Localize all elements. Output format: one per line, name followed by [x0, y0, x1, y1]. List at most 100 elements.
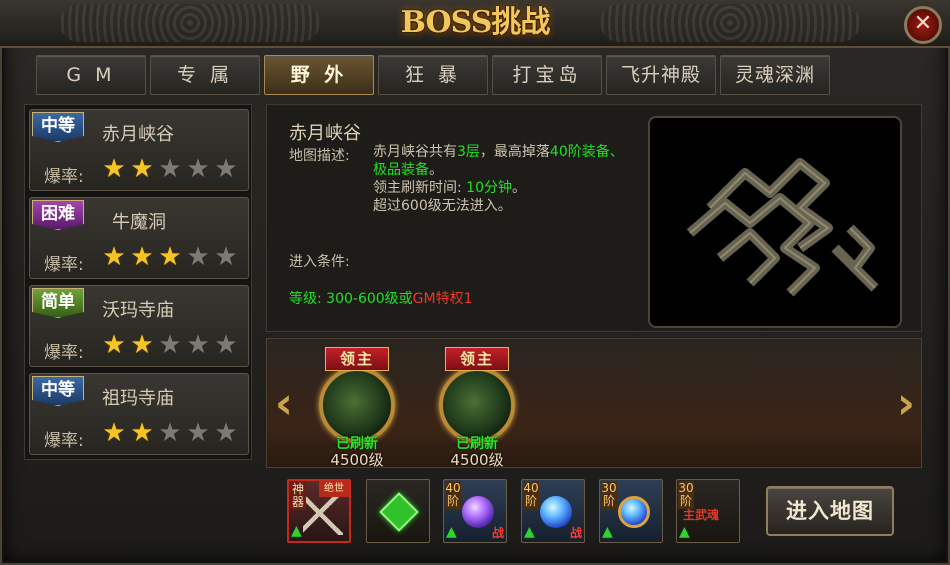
desc-text: 。: [512, 180, 526, 196]
orb-icon: [540, 496, 572, 528]
header-ornament-left: [60, 4, 320, 42]
arrow-left-icon[interactable]: ‹: [273, 377, 295, 431]
desc-text: 超过600级无法进入。: [373, 198, 512, 214]
star-empty-icon: ★: [214, 154, 238, 184]
maze-map-image: [686, 158, 879, 297]
map-list: 中等 赤月峡谷 爆率: ★ ★ ★ ★ ★ 困难 牛魔洞 爆率: ★ ★ ★ ★ ★ 简单 沃玛…: [24, 104, 252, 460]
drop-rate-stars: ★ ★ ★ ★ ★: [100, 154, 240, 184]
header-ornament-right: [600, 4, 860, 42]
green-gem-icon: [379, 492, 419, 532]
drop-rate-label: 爆率:: [44, 255, 84, 275]
map-name: 赤月峡谷: [102, 124, 174, 145]
tab-soul-abyss[interactable]: 灵魂深渊: [720, 55, 830, 95]
upgrade-arrow-icon: ▲: [524, 524, 535, 540]
map-item-zuma[interactable]: 中等 祖玛寺庙 爆率: ★ ★ ★ ★ ★: [29, 373, 249, 455]
reward-equipment[interactable]: 40阶 ▲ 战: [521, 479, 585, 543]
condition-gm: GM特权1: [412, 291, 473, 307]
boss-level: 4500级: [330, 451, 384, 469]
difficulty-badge: 中等: [32, 112, 84, 142]
enter-map-button[interactable]: 进入地图: [766, 486, 894, 536]
star-empty-icon: ★: [214, 330, 238, 360]
star-filled-icon: ★: [130, 330, 154, 360]
map-preview: [648, 116, 902, 328]
difficulty-badge: 中等: [32, 376, 84, 406]
boss-lord-flag: 领主: [325, 347, 389, 371]
upgrade-arrow-icon: ▲: [291, 523, 302, 539]
star-filled-icon: ★: [102, 242, 126, 272]
desc-text: 赤月峡谷共有: [373, 144, 457, 160]
boss-portrait: [439, 367, 515, 443]
upgrade-arrow-icon: ▲: [446, 524, 457, 540]
reward-corner-tag: 绝世: [319, 481, 349, 497]
map-name: 牛魔洞: [112, 212, 166, 233]
reward-tag: 30阶: [678, 481, 694, 509]
boss-card[interactable]: 领主 已刷新 4500级: [307, 345, 407, 469]
reward-extra-tag: 战: [569, 526, 582, 540]
close-button[interactable]: ✕: [904, 6, 942, 44]
map-desc-label: 地图描述:: [289, 148, 350, 164]
drop-rate-stars: ★ ★ ★ ★ ★: [100, 330, 240, 360]
map-item-woma[interactable]: 简单 沃玛寺庙 爆率: ★ ★ ★ ★ ★: [29, 285, 249, 367]
star-empty-icon: ★: [186, 418, 210, 448]
crossed-swords-icon: [303, 491, 343, 535]
drop-rate-label: 爆率:: [44, 431, 84, 451]
star-filled-icon: ★: [102, 154, 126, 184]
boss-portrait: [319, 367, 395, 443]
desc-text: 领主刷新时间:: [373, 180, 467, 196]
map-item-niumo[interactable]: 困难 牛魔洞 爆率: ★ ★ ★ ★ ★: [29, 197, 249, 279]
star-empty-icon: ★: [186, 330, 210, 360]
drop-rate-stars: ★ ★ ★ ★ ★: [100, 242, 240, 272]
reward-tag: 40阶: [523, 481, 539, 509]
star-filled-icon: ★: [130, 418, 154, 448]
star-empty-icon: ★: [214, 418, 238, 448]
map-item-chiyue[interactable]: 中等 赤月峡谷 爆率: ★ ★ ★ ★ ★: [29, 109, 249, 191]
star-filled-icon: ★: [130, 242, 154, 272]
star-empty-icon: ★: [214, 242, 238, 272]
desc-highlight: 10分钟: [466, 180, 512, 196]
tab-ascension-temple[interactable]: 飞升神殿: [606, 55, 716, 95]
tab-treasure-island[interactable]: 打宝岛: [492, 55, 602, 95]
reward-soul[interactable]: 主武魂 30阶 ▲: [676, 479, 740, 543]
map-title: 赤月峡谷: [289, 123, 361, 144]
window-header: BOSS挑战 ✕: [0, 0, 950, 48]
arrow-right-icon[interactable]: ›: [895, 377, 917, 431]
reward-extra-tag: 战: [491, 526, 504, 540]
boss-strip: ‹ 领主 已刷新 4500级 领主 已刷新 4500级 ›: [266, 338, 922, 469]
star-filled-icon: ★: [130, 154, 154, 184]
tab-gm[interactable]: G M: [36, 55, 146, 95]
entry-condition-label: 进入条件:: [289, 254, 350, 270]
difficulty-badge: 困难: [32, 200, 84, 230]
reward-tag: 神器: [290, 482, 306, 510]
difficulty-badge: 简单: [32, 288, 84, 318]
reward-equipment[interactable]: 30阶 ▲: [599, 479, 663, 543]
tab-wild[interactable]: 野 外: [264, 55, 374, 95]
star-empty-icon: ★: [158, 154, 182, 184]
map-description: 赤月峡谷共有3层，最高掉落40阶装备、极品装备。 领主刷新时间: 10分钟。 超…: [373, 143, 635, 215]
desc-highlight: 3层: [457, 144, 480, 160]
reward-artifact[interactable]: 神器 绝世 ▲: [287, 479, 351, 543]
reward-tag: 40阶: [445, 481, 461, 509]
boss-lord-flag: 领主: [445, 347, 509, 371]
star-empty-icon: ★: [158, 330, 182, 360]
boss-card[interactable]: 领主 已刷新 4500级: [427, 345, 527, 469]
star-filled-icon: ★: [102, 330, 126, 360]
reward-tag: 30阶: [601, 481, 617, 509]
star-empty-icon: ★: [158, 418, 182, 448]
orb-icon: [618, 496, 650, 528]
orb-icon: [462, 496, 494, 528]
reward-equipment[interactable]: 40阶 ▲ 战: [443, 479, 507, 543]
entry-condition: 等级: 300-600级或GM特权1: [289, 288, 473, 308]
drop-rate-label: 爆率:: [44, 167, 84, 187]
map-name: 沃玛寺庙: [102, 300, 174, 321]
drop-rate-label: 爆率:: [44, 343, 84, 363]
window-title: BOSS挑战: [400, 5, 551, 40]
tab-exclusive[interactable]: 专 属: [150, 55, 260, 95]
star-empty-icon: ★: [186, 242, 210, 272]
tab-berserk[interactable]: 狂 暴: [378, 55, 488, 95]
star-filled-icon: ★: [102, 418, 126, 448]
reward-gem[interactable]: [366, 479, 430, 543]
condition-level: 等级: 300-600级或: [289, 291, 413, 307]
desc-text: ，最高掉落: [479, 144, 550, 160]
boss-level: 4500级: [450, 451, 504, 469]
star-empty-icon: ★: [186, 154, 210, 184]
